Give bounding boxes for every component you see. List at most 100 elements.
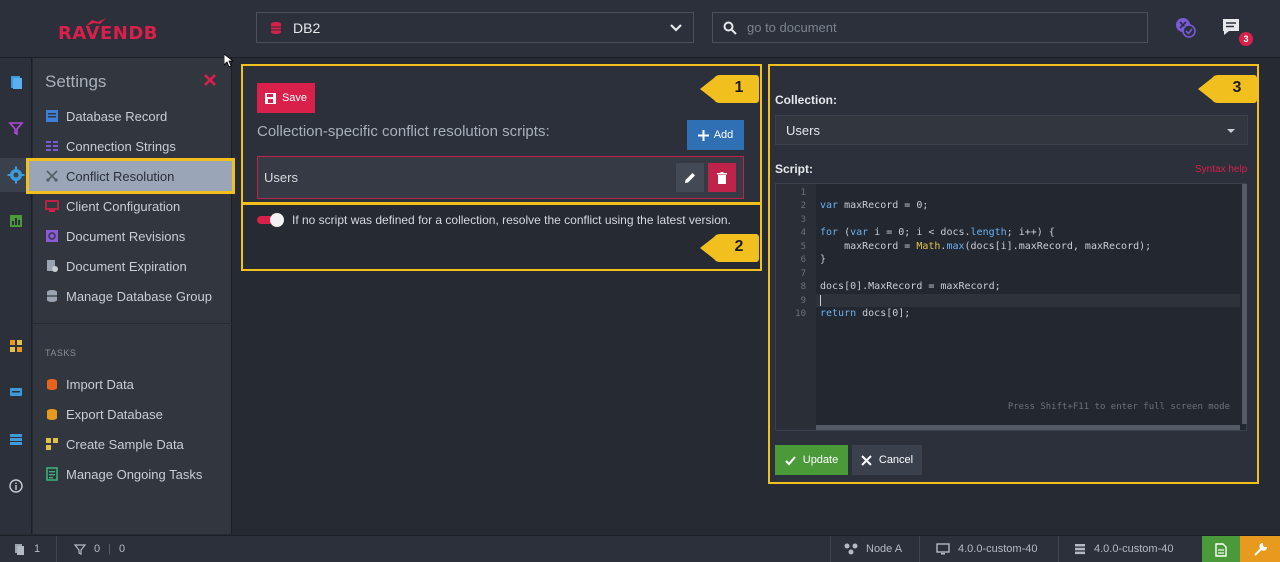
client-version-label: 4.0.0-custom-40	[958, 543, 1038, 555]
menu-item-label: Export Database	[66, 406, 163, 422]
menu-item-create-sample-data[interactable]: Create Sample Data	[33, 429, 232, 459]
ongoing-tasks-icon	[46, 467, 58, 481]
gear-icon	[7, 166, 25, 184]
search-input[interactable]	[747, 20, 1127, 35]
line-number: 3	[800, 215, 806, 225]
latest-version-toggle[interactable]	[257, 213, 284, 227]
documents-count[interactable]: 1	[14, 543, 40, 555]
toggle-label: If no script was defined for a collectio…	[292, 213, 731, 227]
menu-item-client-configuration[interactable]: Client Configuration	[33, 191, 232, 221]
vertical-scrollbar[interactable]	[1242, 184, 1247, 424]
callout-1: 1	[700, 74, 760, 104]
collection-script-row[interactable]: Users	[257, 156, 744, 199]
node-label: Node A	[866, 543, 903, 555]
status-divider	[830, 536, 831, 562]
add-label: Add	[713, 129, 734, 141]
delete-button[interactable]	[708, 163, 736, 192]
syntax-help-link[interactable]: Syntax help	[1195, 164, 1247, 175]
notes-button[interactable]	[1202, 536, 1240, 562]
settings-menu: Settings Database Record Connection Stri…	[26, 58, 235, 534]
save-label: Save	[281, 92, 308, 104]
main-nav-rail	[0, 58, 32, 534]
update-button[interactable]: Update	[775, 445, 848, 475]
menu-item-label: Client Configuration	[66, 198, 181, 214]
stats-icon[interactable]	[8, 213, 24, 229]
update-label: Update	[802, 454, 839, 466]
tasks-icon[interactable]	[8, 338, 24, 354]
menu-item-manage-ongoing-tasks[interactable]: Manage Ongoing Tasks	[33, 459, 232, 489]
menu-item-document-expiration[interactable]: Document Expiration	[33, 251, 232, 281]
save-button[interactable]: Save	[257, 83, 315, 113]
toggle-knob	[270, 213, 284, 227]
callout-number: 3	[1232, 79, 1242, 96]
cancel-label: Cancel	[878, 454, 914, 466]
code-line: docs[0].MaxRecord = maxRecord;	[820, 281, 1001, 292]
indexes-icon[interactable]	[8, 120, 24, 136]
menu-item-connection-strings[interactable]: Connection Strings	[33, 131, 232, 161]
notifications-icon[interactable]: 3	[1221, 17, 1253, 46]
menu-item-label: Database Record	[66, 108, 168, 124]
active-line-highlight	[816, 294, 1240, 307]
fullscreen-hint: Press Shift+F11 to enter full screen mod…	[1007, 402, 1230, 412]
indexes-count[interactable]: 0 | 0	[74, 543, 125, 555]
pencil-icon	[685, 172, 695, 183]
manage-server-icon[interactable]	[8, 384, 24, 400]
database-icon	[271, 21, 281, 34]
trash-icon	[717, 171, 727, 184]
node-indicator[interactable]: Node A	[844, 543, 902, 555]
menu-title: Settings	[45, 72, 107, 91]
menu-item-conflict-resolution[interactable]: Conflict Resolution	[26, 158, 235, 194]
close-icon[interactable]	[203, 73, 217, 87]
line-number: 6	[800, 255, 806, 265]
menu-item-document-revisions[interactable]: Document Revisions	[33, 221, 232, 251]
settings-nav-item[interactable]	[0, 158, 32, 192]
about-icon[interactable]	[8, 478, 24, 494]
menu-item-database-record[interactable]: Database Record	[33, 101, 232, 131]
line-number: 1	[800, 188, 806, 198]
add-button[interactable]: Add	[687, 120, 744, 150]
line-number: 8	[800, 282, 806, 292]
code-line: for (var i = 0; i < docs.length; i++) {	[820, 227, 1055, 238]
wrench-icon	[1254, 542, 1267, 556]
callout-2: 2	[700, 233, 760, 263]
database-name: DB2	[293, 19, 321, 36]
collection-name: Users	[264, 170, 298, 185]
indexes-count-value: 0	[94, 543, 101, 555]
sample-data-icon	[46, 438, 58, 450]
conflicts-status-icon[interactable]	[1173, 15, 1199, 41]
edit-button[interactable]	[676, 163, 704, 192]
tools-button[interactable]	[1240, 536, 1280, 562]
save-icon	[264, 92, 276, 104]
menu-item-label: Conflict Resolution	[66, 168, 175, 184]
collection-select[interactable]: Users	[775, 115, 1248, 145]
revisions-icon	[46, 230, 58, 242]
cluster-icon[interactable]	[8, 431, 24, 447]
database-selector[interactable]: DB2	[256, 12, 694, 43]
cancel-button[interactable]: Cancel	[852, 445, 922, 475]
go-to-document-search[interactable]	[712, 12, 1148, 43]
menu-item-import-data[interactable]: Import Data	[33, 369, 232, 399]
menu-item-export-database[interactable]: Export Database	[33, 399, 232, 429]
server-icon	[1075, 544, 1085, 555]
check-icon	[785, 455, 796, 465]
notifications-badge: 3	[1239, 32, 1253, 46]
caret-down-icon	[1227, 129, 1235, 133]
horizontal-scrollbar[interactable]	[816, 425, 1240, 430]
collection-label: Collection:	[775, 93, 837, 107]
menu-item-manage-database-group[interactable]: Manage Database Group	[33, 281, 232, 311]
menu-divider	[33, 323, 232, 324]
line-number: 7	[800, 269, 806, 279]
top-bar: RAVENDB DB2 3	[0, 0, 1280, 58]
status-divider	[1058, 536, 1059, 562]
documents-icon[interactable]	[8, 74, 24, 90]
ravendb-logo[interactable]: RAVENDB	[58, 18, 176, 44]
script-editor[interactable]: 1 2 3 4 5 6 7 8 9 10 var maxRecord = 0; …	[775, 183, 1247, 431]
expiration-icon	[47, 260, 58, 272]
server-version[interactable]: 4.0.0-custom-40	[1074, 543, 1173, 555]
mouse-pointer-icon	[224, 54, 234, 68]
menu-item-label: Connection Strings	[66, 138, 176, 154]
logo-text: RAVENDB	[58, 23, 159, 44]
client-config-icon	[45, 200, 59, 212]
line-number: 9	[800, 296, 806, 306]
client-version[interactable]: 4.0.0-custom-40	[936, 543, 1037, 555]
